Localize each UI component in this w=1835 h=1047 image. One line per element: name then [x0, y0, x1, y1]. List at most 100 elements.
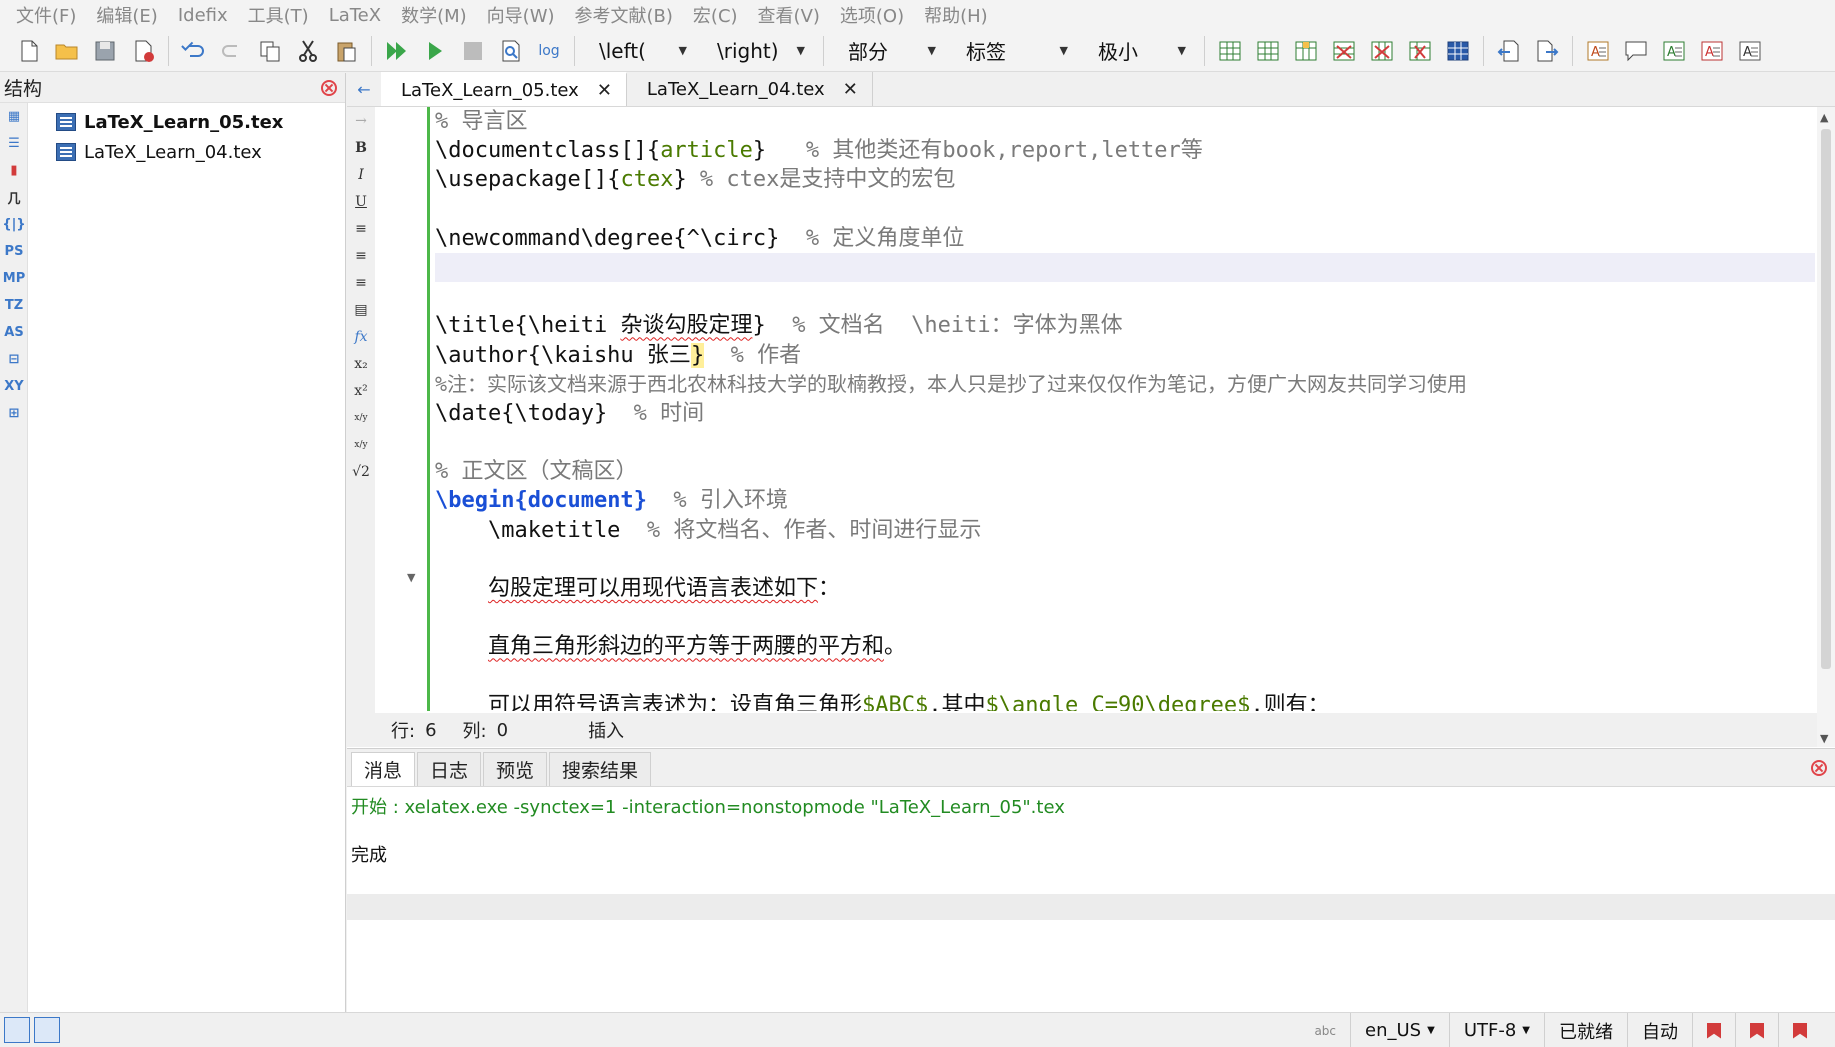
quick-build-button[interactable] [382, 36, 412, 66]
align-left-icon[interactable]: ≡ [347, 215, 375, 242]
insert-text-button[interactable]: A [1583, 36, 1613, 66]
bookmark-icon[interactable]: ▮ [0, 157, 28, 184]
scrollbar-thumb[interactable] [1821, 129, 1831, 669]
bold-button[interactable]: B [347, 134, 375, 161]
sqrt-button[interactable]: √2 [347, 458, 375, 485]
subscript-button[interactable]: x₂ [347, 350, 375, 377]
fraction-button[interactable]: x/y [347, 404, 375, 431]
insert-text-gray-button[interactable]: A [1735, 36, 1765, 66]
remove-column-button[interactable] [1367, 36, 1397, 66]
outline-icon[interactable]: ☰ [0, 130, 28, 157]
dfrac-button[interactable]: x/y [347, 431, 375, 458]
chevron-up-icon[interactable]: ▲ [1820, 111, 1828, 124]
encoding-selector[interactable]: UTF-8 ▼ [1448, 1013, 1544, 1047]
copy-button[interactable] [255, 36, 285, 66]
bookmark-prev-icon[interactable] [1735, 1013, 1778, 1047]
tab-preview[interactable]: 预览 [483, 752, 548, 786]
favorites-icon[interactable]: ⊞ [0, 400, 28, 427]
tab-log[interactable]: 日志 [417, 752, 482, 786]
remove-row-button[interactable] [1329, 36, 1359, 66]
font-size-combo[interactable]: 极小 ▼ [1084, 36, 1194, 66]
symbols-icon[interactable]: 几 [0, 184, 28, 211]
braces-icon[interactable]: {|} [0, 211, 28, 238]
close-icon[interactable] [321, 79, 337, 96]
structure-view-icon[interactable]: ▦ [0, 103, 28, 130]
add-column-button[interactable] [1291, 36, 1321, 66]
insert-table-button[interactable] [1215, 36, 1245, 66]
tree-item-file[interactable]: LaTeX_Learn_04.tex [56, 137, 283, 167]
menu-idefix[interactable]: Idefix [168, 5, 238, 26]
stop-button[interactable] [458, 36, 488, 66]
new-line-icon[interactable]: ▤ [347, 296, 375, 323]
fold-triangle-icon[interactable]: ▼ [407, 571, 415, 584]
section-combo[interactable]: 部分 ▼ [834, 36, 944, 66]
math-mode-button[interactable]: fx [347, 323, 375, 350]
paste-button[interactable] [331, 36, 361, 66]
label-combo[interactable]: 标签 ▼ [952, 36, 1076, 66]
menu-edit[interactable]: 编辑(E) [86, 2, 167, 28]
save-button[interactable] [90, 36, 120, 66]
menu-view[interactable]: 查看(V) [748, 2, 830, 28]
arrow-left-icon[interactable]: ← [347, 72, 381, 106]
arrow-right-icon[interactable]: → [347, 107, 375, 134]
xy-icon[interactable]: XY [0, 373, 28, 400]
menu-help[interactable]: 帮助(H) [914, 2, 998, 28]
close-icon[interactable]: ✕ [843, 79, 858, 100]
bookmark-icon[interactable] [1692, 1013, 1735, 1047]
bookmark-next-icon[interactable] [1778, 1013, 1821, 1047]
metapost-icon[interactable]: MP [0, 265, 28, 292]
left-delimiter-combo[interactable]: \left(▼ [585, 36, 695, 66]
table-remove-column-icon [1371, 41, 1393, 60]
undo-button[interactable] [179, 36, 209, 66]
insert-text-green-button[interactable]: A [1659, 36, 1689, 66]
user-menu-icon[interactable]: ⊟ [0, 346, 28, 373]
menu-wizard[interactable]: 向导(W) [477, 2, 565, 28]
add-row-button[interactable] [1253, 36, 1283, 66]
view-log-button[interactable]: log [534, 36, 564, 66]
align-center-icon[interactable]: ≡ [347, 242, 375, 269]
chevron-down-icon[interactable]: ▼ [1820, 732, 1828, 745]
comment-button[interactable] [1621, 36, 1651, 66]
menu-options[interactable]: 选项(O) [830, 2, 914, 28]
menu-macros[interactable]: 宏(C) [683, 2, 748, 28]
toggle-structure-button[interactable] [4, 1017, 30, 1043]
tab-latex-learn-05[interactable]: LaTeX_Learn_05.tex ✕ [381, 72, 627, 106]
language-selector[interactable]: en_US ▼ [1350, 1013, 1449, 1047]
export-button[interactable] [1532, 36, 1562, 66]
close-icon[interactable] [1811, 760, 1827, 776]
tab-messages[interactable]: 消息 [351, 752, 416, 786]
tab-latex-learn-04[interactable]: LaTeX_Learn_04.tex ✕ [627, 72, 873, 106]
open-file-button[interactable] [52, 36, 82, 66]
pstricks-icon[interactable]: PS [0, 238, 28, 265]
insert-text-red-button[interactable]: A [1697, 36, 1727, 66]
tree-item-file[interactable]: LaTeX_Learn_05.tex [56, 107, 283, 137]
editor-scrollbar[interactable]: ▲ ▼ [1817, 107, 1835, 747]
toggle-messages-button[interactable] [34, 1017, 60, 1043]
menu-tools[interactable]: 工具(T) [238, 2, 319, 28]
auto-status[interactable]: 自动 [1627, 1013, 1692, 1047]
clear-table-button[interactable] [1405, 36, 1435, 66]
import-button[interactable] [1494, 36, 1524, 66]
tab-search-results[interactable]: 搜索结果 [549, 752, 652, 786]
menu-math[interactable]: 数学(M) [391, 2, 477, 28]
italic-button[interactable]: I [347, 161, 375, 188]
menu-file[interactable]: 文件(F) [6, 2, 86, 28]
compile-button[interactable] [420, 36, 450, 66]
menu-bibliography[interactable]: 参考文献(B) [565, 2, 683, 28]
superscript-button[interactable]: x² [347, 377, 375, 404]
underline-button[interactable]: U [347, 188, 375, 215]
view-button[interactable] [496, 36, 526, 66]
spellcheck-icon[interactable]: abc [1300, 1013, 1350, 1047]
align-right-icon[interactable]: ≡ [347, 269, 375, 296]
close-file-button[interactable] [128, 36, 158, 66]
code-editor[interactable]: % 导言区 \documentclass[]{article} % 其他类还有b… [435, 107, 1815, 711]
right-delimiter-combo[interactable]: \right) ▼ [703, 36, 813, 66]
redo-button[interactable] [217, 36, 247, 66]
tikz-icon[interactable]: TZ [0, 292, 28, 319]
align-table-button[interactable] [1443, 36, 1473, 66]
close-icon[interactable]: ✕ [597, 80, 612, 101]
new-file-button[interactable] [14, 36, 44, 66]
asymptote-icon[interactable]: AS [0, 319, 28, 346]
menu-latex[interactable]: LaTeX [319, 5, 391, 26]
cut-button[interactable] [293, 36, 323, 66]
